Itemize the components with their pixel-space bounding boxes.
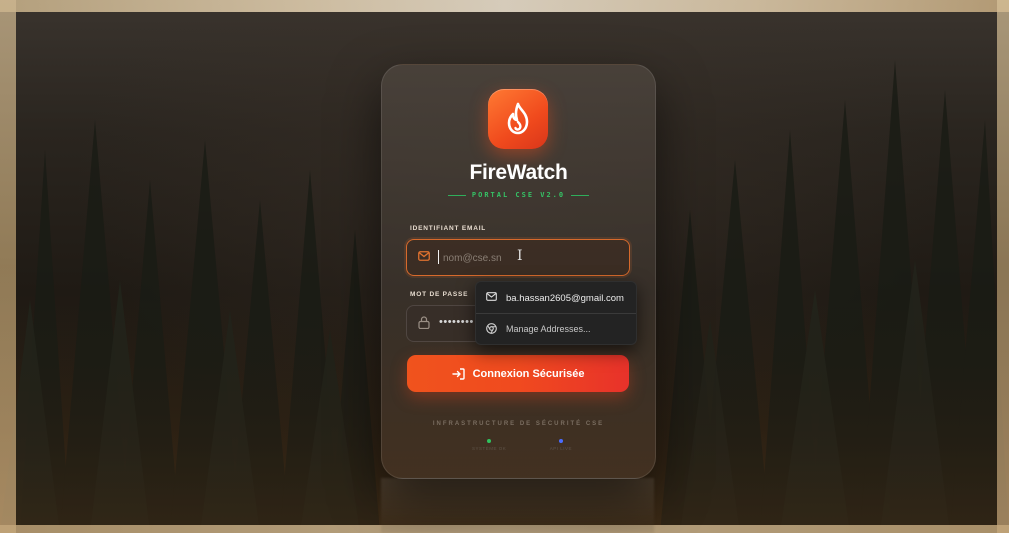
- autofill-suggestion[interactable]: ba.hassan2605@gmail.com: [476, 283, 636, 313]
- divider: [571, 194, 590, 196]
- status-dot: [487, 439, 492, 443]
- status-system-label: SYSTÈME OK: [472, 446, 507, 451]
- photo-frame-left: [0, 0, 16, 533]
- email-field[interactable]: I: [406, 239, 630, 276]
- photo-frame-top: [0, 0, 1009, 12]
- footer-text: INFRASTRUCTURE DE SÉCURITÉ CSE: [432, 421, 605, 427]
- text-caret: [438, 250, 439, 264]
- status-dot: [558, 439, 563, 443]
- secure-login-button[interactable]: Connexion Sécurisée: [407, 355, 629, 392]
- password-input[interactable]: ••••••••: [439, 316, 474, 328]
- manage-addresses-label: Manage Addresses...: [506, 324, 591, 334]
- mail-icon: [418, 251, 430, 261]
- brand-subtitle-row: PORTAL CSE V2.0: [442, 189, 595, 201]
- status-api-label: API LIVE: [549, 446, 572, 451]
- ibeam-cursor-icon: I: [517, 248, 523, 264]
- status-indicators: SYSTÈME OK API LIVE: [472, 439, 572, 451]
- status-system: SYSTÈME OK: [472, 439, 506, 451]
- email-label: IDENTIFIANT EMAIL: [410, 225, 487, 232]
- photo-frame-right: [997, 0, 1009, 533]
- mail-icon: [486, 292, 497, 301]
- brand-subtitle: PORTAL CSE V2.0: [471, 191, 566, 199]
- status-api: API LIVE: [550, 439, 572, 451]
- login-card: FireWatch PORTAL CSE V2.0 IDENTIFIANT EM…: [381, 64, 656, 479]
- login-button-label: Connexion Sécurisée: [472, 367, 585, 380]
- brand-title: FireWatch: [469, 161, 568, 184]
- login-arrow-icon: [451, 367, 465, 380]
- password-label: MOT DE PASSE: [410, 291, 469, 298]
- autofill-dropdown: ba.hassan2605@gmail.com Manage Addresses…: [475, 281, 637, 345]
- flame-logo-icon: [488, 89, 548, 149]
- lock-icon: [418, 316, 430, 329]
- card-reflection: [381, 478, 654, 533]
- autofill-suggestion-email: ba.hassan2605@gmail.com: [506, 293, 624, 304]
- manage-addresses-item[interactable]: Manage Addresses...: [476, 314, 636, 344]
- divider: [447, 194, 466, 196]
- browser-logo-icon: [486, 323, 497, 334]
